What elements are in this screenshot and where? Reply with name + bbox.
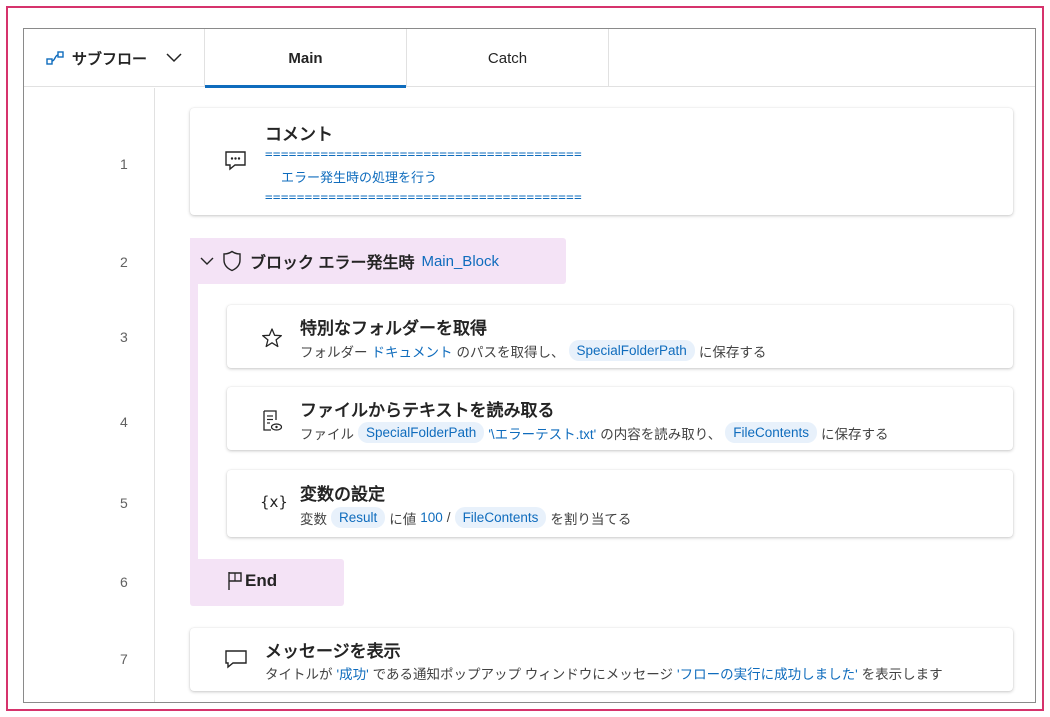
- variable-pill: SpecialFolderPath: [568, 340, 695, 361]
- path-literal: '\エラーテスト.txt': [488, 426, 597, 442]
- desc-text: に保存する: [698, 344, 767, 360]
- line-number: 1: [120, 156, 128, 172]
- star-icon: [261, 327, 283, 349]
- step-block-on-error[interactable]: ブロック エラー発生時 Main_Block: [190, 238, 566, 284]
- desc-text: フォルダー: [300, 344, 368, 360]
- desc-text: を割り当てる: [550, 511, 632, 527]
- block-scope-bar: [190, 238, 198, 593]
- desc-text: に保存する: [821, 426, 889, 442]
- desc-text: の内容を読み取り、: [600, 426, 722, 442]
- block-title: ブロック エラー発生時: [250, 255, 415, 272]
- variable-pill: FileContents: [725, 422, 818, 443]
- variable-pill: FileContents: [454, 507, 547, 528]
- message-text-literal: 'フローの実行に成功しました': [677, 667, 858, 682]
- chevron-down-icon[interactable]: [200, 256, 214, 266]
- line-number: 4: [120, 414, 128, 430]
- comment-text-line: ========================================: [265, 189, 583, 204]
- read-file-icon: [261, 409, 283, 433]
- value-literal: 100: [420, 510, 443, 525]
- desc-text: 変数: [300, 511, 327, 527]
- line-number-gutter: [24, 88, 155, 702]
- flag-icon: [226, 570, 246, 592]
- step-block-end[interactable]: End: [190, 559, 344, 606]
- message-title-literal: '成功': [336, 667, 369, 682]
- desc-text: /: [446, 510, 451, 525]
- desc-text: ファイル: [300, 426, 354, 442]
- designer-header: サブフロー Main Catch: [24, 29, 1035, 88]
- step-set-variable[interactable]: {x} 変数の設定 変数 Result に値 100 / FileContent…: [227, 470, 1013, 537]
- comment-text-line: ========================================: [265, 146, 583, 161]
- chevron-down-icon[interactable]: [166, 51, 182, 63]
- tab-main[interactable]: Main: [205, 29, 407, 88]
- tab-main-label: Main: [288, 49, 323, 67]
- flow-designer: サブフロー Main Catch 1 2 3 4 5 6 7 コメント ====…: [23, 28, 1036, 703]
- line-number: 5: [120, 495, 128, 511]
- line-number: 7: [120, 651, 128, 667]
- block-name: Main_Block: [421, 252, 499, 270]
- desc-text: のパスを取得し、: [456, 344, 565, 360]
- message-icon: [224, 648, 248, 670]
- folder-value: ドキュメント: [371, 344, 453, 360]
- desc-text: に値: [389, 511, 417, 527]
- step-description: ファイル SpecialFolderPath '\エラーテスト.txt' の内容…: [300, 422, 889, 443]
- line-number: 2: [120, 254, 128, 270]
- step-read-text-from-file[interactable]: ファイルからテキストを読み取る ファイル SpecialFolderPath '…: [227, 387, 1013, 450]
- tab-catch-label: Catch: [487, 49, 528, 67]
- variable-pill: Result: [331, 507, 386, 528]
- subflow-label: サブフロー: [72, 50, 148, 68]
- variable-pill: SpecialFolderPath: [358, 422, 485, 443]
- step-get-special-folder[interactable]: 特別なフォルダーを取得 フォルダー ドキュメント のパスを取得し、 Specia…: [227, 305, 1013, 368]
- step-description: 変数 Result に値 100 / FileContents を割り当てる: [300, 507, 631, 528]
- step-title: ファイルからテキストを読み取る: [300, 401, 555, 420]
- shield-icon: [222, 250, 242, 272]
- step-title: メッセージを表示: [265, 642, 401, 661]
- step-comment[interactable]: コメント ===================================…: [190, 108, 1013, 215]
- end-title: End: [245, 571, 278, 590]
- desc-text: を表示します: [861, 667, 943, 682]
- step-description: フォルダー ドキュメント のパスを取得し、 SpecialFolderPath …: [300, 340, 766, 361]
- desc-text: である通知ポップアップ ウィンドウにメッセージ: [372, 667, 674, 682]
- tab-active-indicator: [205, 85, 406, 88]
- step-display-message[interactable]: メッセージを表示 タイトルが '成功' である通知ポップアップ ウィンドウにメッ…: [190, 628, 1013, 691]
- step-description: タイトルが '成功' である通知ポップアップ ウィンドウにメッセージ 'フローの…: [265, 663, 943, 683]
- variable-icon: {x}: [260, 493, 288, 511]
- comment-text-line: エラー発生時の処理を行う: [281, 171, 438, 186]
- step-title: 変数の設定: [300, 485, 385, 504]
- line-number: 6: [120, 574, 128, 590]
- step-title: 特別なフォルダーを取得: [300, 319, 487, 338]
- outer-frame: サブフロー Main Catch 1 2 3 4 5 6 7 コメント ====…: [6, 6, 1044, 711]
- desc-text: タイトルが: [265, 667, 333, 682]
- comment-title: コメント: [265, 125, 333, 144]
- subflow-dropdown[interactable]: サブフロー: [24, 29, 205, 87]
- comment-icon: [224, 150, 248, 172]
- tab-catch[interactable]: Catch: [407, 29, 609, 87]
- line-number: 3: [120, 329, 128, 345]
- subflow-icon: [46, 50, 64, 66]
